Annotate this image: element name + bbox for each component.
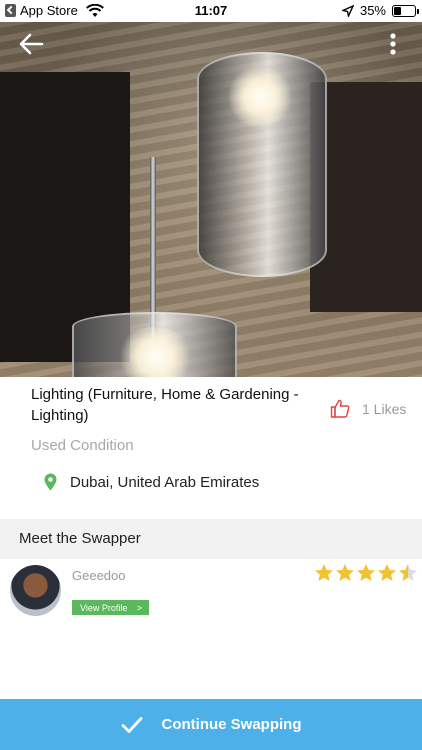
view-profile-button[interactable]: View Profile > <box>72 600 149 615</box>
status-bar: App Store 11:07 35% <box>0 0 422 22</box>
likes-count: 1 Likes <box>362 400 407 417</box>
status-right: 35% <box>341 3 419 18</box>
more-options-icon[interactable] <box>388 32 398 56</box>
swapper-avatar[interactable] <box>10 565 61 616</box>
item-photo[interactable] <box>0 22 422 377</box>
thumbs-up-icon[interactable] <box>330 399 350 418</box>
battery-icon <box>392 4 419 17</box>
swapper-name[interactable]: Geeedoo <box>72 568 126 583</box>
photo-lamp-glow-top <box>225 67 295 127</box>
battery-fill <box>394 6 401 15</box>
star-icon <box>399 564 417 581</box>
star-icon <box>357 564 375 581</box>
battery-cap <box>417 8 419 14</box>
item-condition: Used Condition <box>31 437 134 454</box>
checkmark-icon[interactable] <box>121 716 143 734</box>
view-profile-label[interactable]: View Profile <box>80 603 127 613</box>
star-icon <box>315 564 333 581</box>
continue-swapping-button[interactable]: Continue Swapping <box>0 699 422 750</box>
star-icon <box>378 564 396 581</box>
battery-percent: 35% <box>359 3 386 18</box>
chevron-right-icon[interactable]: > <box>137 603 142 613</box>
swapper-rating <box>314 563 418 583</box>
photo-nav-bar <box>0 22 422 66</box>
item-location: Dubai, United Arab Emirates <box>44 473 259 491</box>
continue-swapping-label[interactable]: Continue Swapping <box>162 716 302 733</box>
location-pin-icon <box>44 473 57 491</box>
swapper-section-title: Meet the Swapper <box>19 530 141 547</box>
back-arrow-icon[interactable] <box>18 32 44 56</box>
star-icon <box>336 564 354 581</box>
item-title: Lighting (Furniture, Home & Gardening - … <box>31 386 299 424</box>
likes-group[interactable]: 1 Likes <box>330 399 406 418</box>
location-text: Dubai, United Arab Emirates <box>70 473 260 491</box>
swapper-section-header: Meet the Swapper <box>0 519 422 559</box>
location-arrow-icon <box>341 4 354 17</box>
